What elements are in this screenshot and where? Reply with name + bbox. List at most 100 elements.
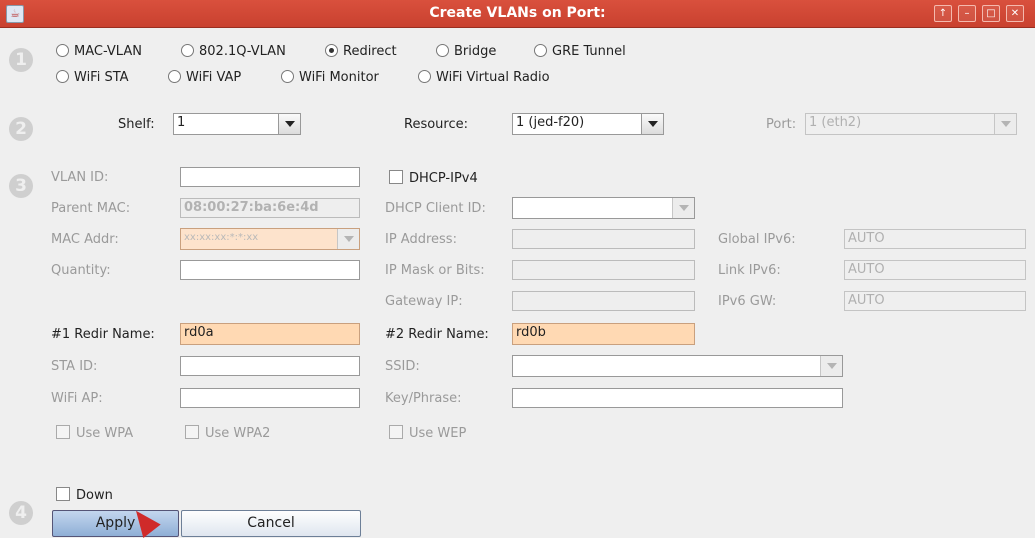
radio-circle	[436, 44, 449, 57]
global-ipv6-field: AUTO	[844, 229, 1026, 249]
wifi-ap-label: WiFi AP:	[51, 391, 103, 406]
gateway-ip-label: Gateway IP:	[385, 294, 463, 309]
key-phrase-label: Key/Phrase:	[385, 391, 462, 406]
radio-wifi-monitor[interactable]: WiFi Monitor	[281, 70, 379, 85]
radio-label: WiFi STA	[74, 70, 129, 85]
chevron-down-icon	[672, 198, 694, 218]
radio-circle	[168, 70, 181, 83]
radio-8021q-vlan[interactable]: 802.1Q-VLAN	[181, 44, 286, 59]
radio-wifi-vap[interactable]: WiFi VAP	[168, 70, 241, 85]
link-ipv6-field: AUTO	[844, 260, 1026, 280]
ip-address-field	[512, 229, 695, 249]
gateway-ip-field	[512, 291, 695, 311]
vlan-id-label: VLAN ID:	[51, 170, 109, 185]
down-label: Down	[76, 488, 113, 503]
dhcp-client-id-dropdown[interactable]	[512, 197, 695, 219]
radio-label: GRE Tunnel	[552, 44, 626, 59]
dhcp-ipv4-label: DHCP-IPv4	[409, 171, 478, 186]
vlan-id-input[interactable]	[180, 167, 360, 187]
minimize-icon[interactable]: –	[958, 5, 976, 22]
shelf-label: Shelf:	[118, 117, 155, 132]
redir1-label: #1 Redir Name:	[51, 327, 155, 342]
step-4-marker: 4	[9, 501, 33, 525]
checkbox-box	[389, 170, 403, 184]
radio-label: MAC-VLAN	[74, 44, 142, 59]
down-checkbox[interactable]: Down	[56, 487, 113, 503]
ipv6-gw-field: AUTO	[844, 291, 1026, 311]
port-value: 1 (eth2)	[809, 115, 862, 130]
shelf-dropdown[interactable]: 1	[173, 113, 301, 135]
radio-redirect[interactable]: Redirect	[325, 44, 397, 59]
radio-label: WiFi Virtual Radio	[436, 70, 550, 85]
chevron-down-icon	[278, 114, 300, 134]
redir2-input[interactable]: rd0b	[512, 323, 695, 345]
radio-circle	[418, 70, 431, 83]
maximize-icon[interactable]: □	[982, 5, 1000, 22]
checkbox-box	[185, 425, 199, 439]
mac-addr-value: xx:xx:xx:*:*:xx	[184, 232, 259, 243]
sta-id-input[interactable]	[180, 356, 360, 376]
use-wep-label: Use WEP	[409, 426, 467, 441]
radio-circle	[281, 70, 294, 83]
wifi-ap-input[interactable]	[180, 388, 360, 408]
radio-circle	[56, 70, 69, 83]
radio-circle	[56, 44, 69, 57]
parent-mac-field: 08:00:27:ba:6e:4d	[180, 198, 360, 218]
use-wep-checkbox[interactable]: Use WEP	[389, 425, 466, 441]
redir1-input[interactable]: rd0a	[180, 323, 360, 345]
radio-circle	[534, 44, 547, 57]
ip-mask-field	[512, 260, 695, 280]
use-wpa-label: Use WPA	[76, 426, 134, 441]
radio-label: WiFi VAP	[186, 70, 242, 85]
key-phrase-input[interactable]	[512, 388, 843, 408]
close-icon[interactable]: ✕	[1006, 5, 1024, 22]
chevron-down-icon	[641, 114, 663, 134]
ip-mask-label: IP Mask or Bits:	[385, 263, 485, 278]
quantity-input[interactable]	[180, 260, 360, 280]
radio-label: 802.1Q-VLAN	[199, 44, 286, 59]
port-dropdown[interactable]: 1 (eth2)	[805, 113, 1017, 135]
radio-wifi-virtual-radio[interactable]: WiFi Virtual Radio	[418, 70, 550, 85]
checkbox-box	[389, 425, 403, 439]
checkbox-box	[56, 487, 70, 501]
radio-circle	[181, 44, 194, 57]
step-2-marker: 2	[9, 117, 33, 141]
use-wpa2-label: Use WPA2	[205, 426, 271, 441]
ipv6-gw-label: IPv6 GW:	[718, 294, 777, 309]
global-ipv6-label: Global IPv6:	[718, 232, 796, 247]
chevron-down-icon	[820, 356, 842, 376]
dhcp-client-id-label: DHCP Client ID:	[385, 201, 486, 216]
step-3-marker: 3	[9, 174, 33, 198]
title-bar: ☕ Create VLANs on Port: ↑ – □ ✕	[0, 0, 1035, 28]
port-label: Port:	[766, 117, 797, 132]
resource-label: Resource:	[404, 117, 468, 132]
radio-gre-tunnel[interactable]: GRE Tunnel	[534, 44, 626, 59]
ssid-label: SSID:	[385, 359, 420, 374]
raise-window-icon[interactable]: ↑	[934, 5, 952, 22]
radio-mac-vlan[interactable]: MAC-VLAN	[56, 44, 142, 59]
use-wpa-checkbox[interactable]: Use WPA	[56, 425, 133, 441]
chevron-down-icon	[994, 114, 1016, 134]
step-1-marker: 1	[9, 48, 33, 72]
use-wpa2-checkbox[interactable]: Use WPA2	[185, 425, 270, 441]
radio-label: WiFi Monitor	[299, 70, 379, 85]
radio-label: Bridge	[454, 44, 497, 59]
chevron-down-icon	[337, 229, 359, 249]
dhcp-ipv4-checkbox[interactable]: DHCP-IPv4	[389, 170, 478, 186]
mac-addr-dropdown[interactable]: xx:xx:xx:*:*:xx	[180, 228, 360, 250]
window-title: Create VLANs on Port:	[429, 5, 606, 21]
resource-dropdown[interactable]: 1 (jed-f20)	[512, 113, 664, 135]
parent-mac-label: Parent MAC:	[51, 201, 131, 216]
ip-address-label: IP Address:	[385, 232, 457, 247]
redir2-label: #2 Redir Name:	[385, 327, 489, 342]
radio-circle-selected	[325, 44, 338, 57]
checkbox-box	[56, 425, 70, 439]
radio-label: Redirect	[343, 44, 397, 59]
ssid-dropdown[interactable]	[512, 355, 843, 377]
mac-addr-label: MAC Addr:	[51, 232, 119, 247]
radio-bridge[interactable]: Bridge	[436, 44, 496, 59]
radio-wifi-sta[interactable]: WiFi STA	[56, 70, 129, 85]
quantity-label: Quantity:	[51, 263, 111, 278]
shelf-value: 1	[177, 115, 186, 130]
cancel-button[interactable]: Cancel	[181, 510, 361, 537]
